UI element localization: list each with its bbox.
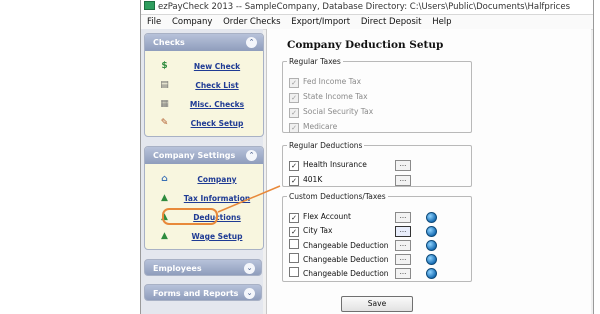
callout-connector [217,185,281,213]
callout-line [217,185,281,213]
deductions-highlight-callout [162,208,218,225]
